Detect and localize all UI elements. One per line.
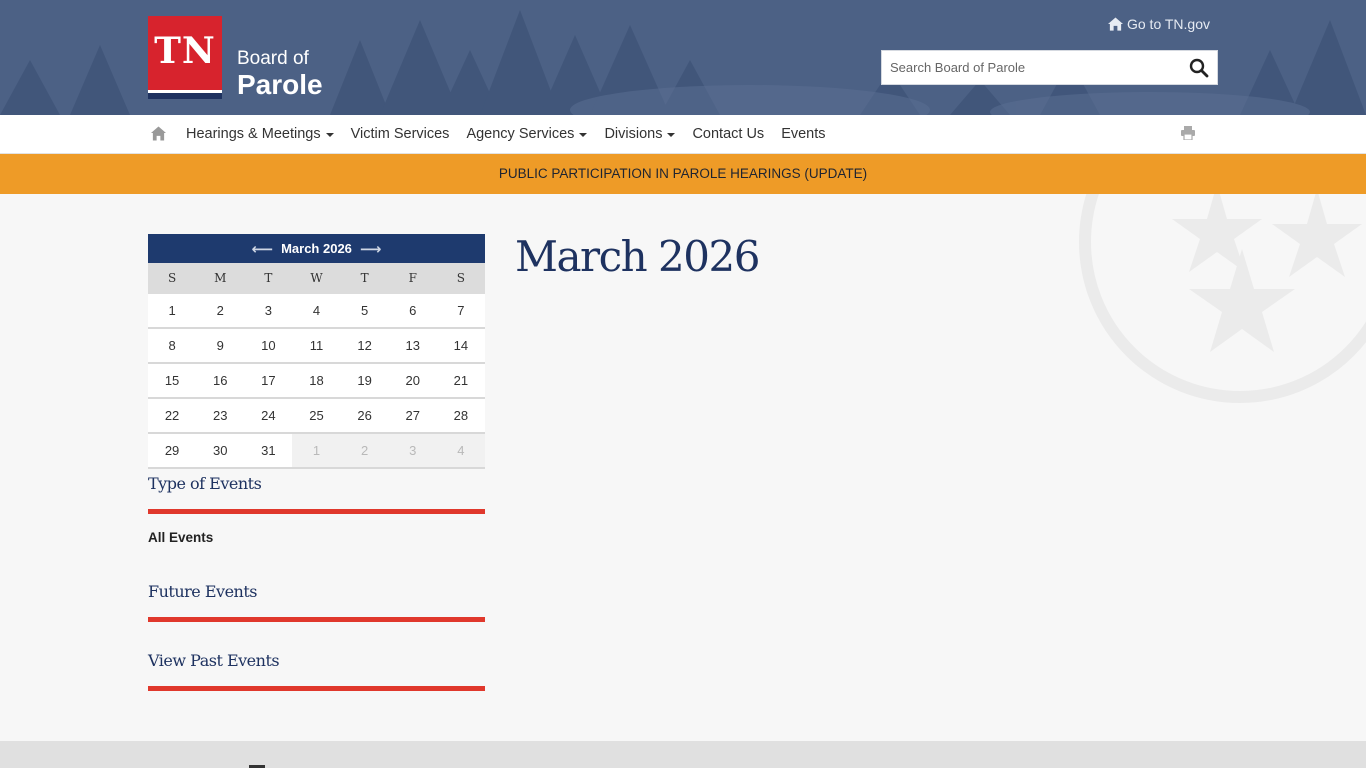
calendar-day[interactable]: 29 — [148, 434, 196, 467]
calendar-day[interactable]: 21 — [437, 364, 485, 397]
calendar-weekday-row: S M T W T F S — [148, 263, 485, 294]
search-input[interactable] — [882, 51, 1172, 84]
prev-month-arrow-icon[interactable]: ⟵ — [252, 240, 274, 258]
calendar-day-next-month: 4 — [436, 434, 485, 467]
weekday-label: T — [264, 271, 273, 285]
calendar-day[interactable]: 7 — [437, 294, 485, 327]
calendar-day[interactable]: 27 — [389, 399, 437, 432]
logo-tn-text: TN — [154, 30, 216, 72]
calendar-day[interactable]: 11 — [292, 329, 340, 362]
weekday-label: M — [214, 271, 227, 285]
calendar-day[interactable]: 14 — [437, 329, 485, 362]
logo-line1: Board of — [237, 48, 309, 69]
calendar-day[interactable]: 28 — [437, 399, 485, 432]
print-icon[interactable] — [1181, 126, 1195, 140]
calendar-day[interactable]: 16 — [196, 364, 244, 397]
nav-label: Divisions — [604, 126, 663, 142]
calendar-day[interactable]: 13 — [389, 329, 437, 362]
calendar-day[interactable]: 25 — [292, 399, 340, 432]
calendar-week-row: 29 30 31 1 2 3 4 — [148, 434, 485, 469]
page-title: March 2026 — [515, 232, 760, 281]
nav-label: Contact Us — [692, 126, 765, 142]
calendar-week-row: 8 9 10 11 12 13 14 — [148, 329, 485, 364]
site-footer — [0, 741, 1366, 768]
nav-label: Events — [781, 126, 826, 142]
calendar-day[interactable]: 19 — [341, 364, 389, 397]
nav-label: Agency Services — [466, 126, 575, 142]
site-logo[interactable]: TN Board of Parole — [148, 16, 323, 99]
calendar-day[interactable]: 1 — [148, 294, 196, 327]
caret-down-icon — [579, 133, 588, 137]
type-of-events-heading: Type of Events — [148, 474, 262, 493]
calendar-day[interactable]: 17 — [244, 364, 292, 397]
caret-down-icon — [667, 133, 676, 137]
logo-line2: Parole — [237, 69, 323, 100]
nav-label: Hearings & Meetings — [186, 126, 321, 142]
nav-list: Hearings & Meetings Victim Services Agen… — [186, 115, 843, 153]
logo-stripe-navy — [148, 93, 222, 99]
events-calendar: ⟵ March 2026 ⟶ S M T W T F S 1 2 3 4 5 6… — [148, 234, 485, 469]
calendar-day[interactable]: 30 — [196, 434, 244, 467]
weekday-label: S — [456, 271, 466, 285]
calendar-day[interactable]: 12 — [341, 329, 389, 362]
nav-item-victim-services[interactable]: Victim Services — [351, 126, 450, 142]
goto-tn-gov-link[interactable]: Go to TN.gov — [1107, 16, 1210, 32]
tn-logo-mark: TN — [148, 16, 222, 99]
calendar-day[interactable]: 31 — [244, 434, 292, 467]
nav-item-hearings-meetings[interactable]: Hearings & Meetings — [186, 126, 334, 142]
calendar-day[interactable]: 10 — [244, 329, 292, 362]
future-events-link[interactable]: Future Events — [148, 582, 257, 601]
calendar-week-row: 15 16 17 18 19 20 21 — [148, 364, 485, 399]
nav-item-divisions[interactable]: Divisions — [604, 126, 676, 142]
calendar-day-next-month: 1 — [292, 434, 341, 467]
calendar-day[interactable]: 6 — [389, 294, 437, 327]
search-box — [881, 50, 1218, 85]
caret-down-icon — [325, 133, 334, 137]
calendar-day-next-month: 3 — [388, 434, 437, 467]
view-past-events-link[interactable]: View Past Events — [148, 651, 280, 670]
next-month-arrow-icon[interactable]: ⟶ — [360, 240, 382, 258]
calendar-day[interactable]: 9 — [196, 329, 244, 362]
weekday-label: T — [360, 271, 369, 285]
calendar-day[interactable]: 5 — [341, 294, 389, 327]
home-icon — [1107, 17, 1123, 31]
alert-banner-link[interactable]: PUBLIC PARTICIPATION IN PAROLE HEARINGS … — [0, 154, 1366, 194]
search-icon[interactable] — [1189, 58, 1209, 78]
red-divider — [148, 509, 485, 514]
calendar-day[interactable]: 4 — [292, 294, 340, 327]
calendar-day[interactable]: 15 — [148, 364, 196, 397]
logo-text: Board of Parole — [237, 49, 323, 99]
calendar-day[interactable]: 20 — [389, 364, 437, 397]
calendar-day[interactable]: 3 — [244, 294, 292, 327]
calendar-week-row: 1 2 3 4 5 6 7 — [148, 294, 485, 329]
nav-item-agency-services[interactable]: Agency Services — [466, 126, 588, 142]
main-nav: Hearings & Meetings Victim Services Agen… — [0, 115, 1366, 154]
calendar-day[interactable]: 24 — [244, 399, 292, 432]
nav-item-contact-us[interactable]: Contact Us — [692, 126, 764, 142]
nav-label: Victim Services — [350, 126, 450, 142]
calendar-week-row: 22 23 24 25 26 27 28 — [148, 399, 485, 434]
site-header: TN Board of Parole Go to TN.gov — [0, 0, 1366, 115]
weekday-label: W — [310, 271, 323, 285]
calendar-day[interactable]: 23 — [196, 399, 244, 432]
all-events-link[interactable]: All Events — [148, 530, 213, 545]
red-divider — [148, 617, 485, 622]
weekday-label: F — [408, 271, 417, 285]
calendar-day[interactable]: 26 — [341, 399, 389, 432]
goto-label: Go to TN.gov — [1126, 16, 1210, 32]
calendar-day[interactable]: 18 — [292, 364, 340, 397]
calendar-month-label: March 2026 — [281, 241, 352, 256]
red-divider — [148, 686, 485, 691]
weekday-label: S — [167, 271, 177, 285]
home-icon[interactable] — [151, 126, 166, 141]
calendar-day[interactable]: 2 — [196, 294, 244, 327]
nav-item-events[interactable]: Events — [781, 126, 825, 142]
calendar-header: ⟵ March 2026 ⟶ — [148, 234, 485, 263]
calendar-day-next-month: 2 — [340, 434, 389, 467]
calendar-day[interactable]: 8 — [148, 329, 196, 362]
tri-star-seal-watermark — [1079, 194, 1366, 403]
calendar-day[interactable]: 22 — [148, 399, 196, 432]
